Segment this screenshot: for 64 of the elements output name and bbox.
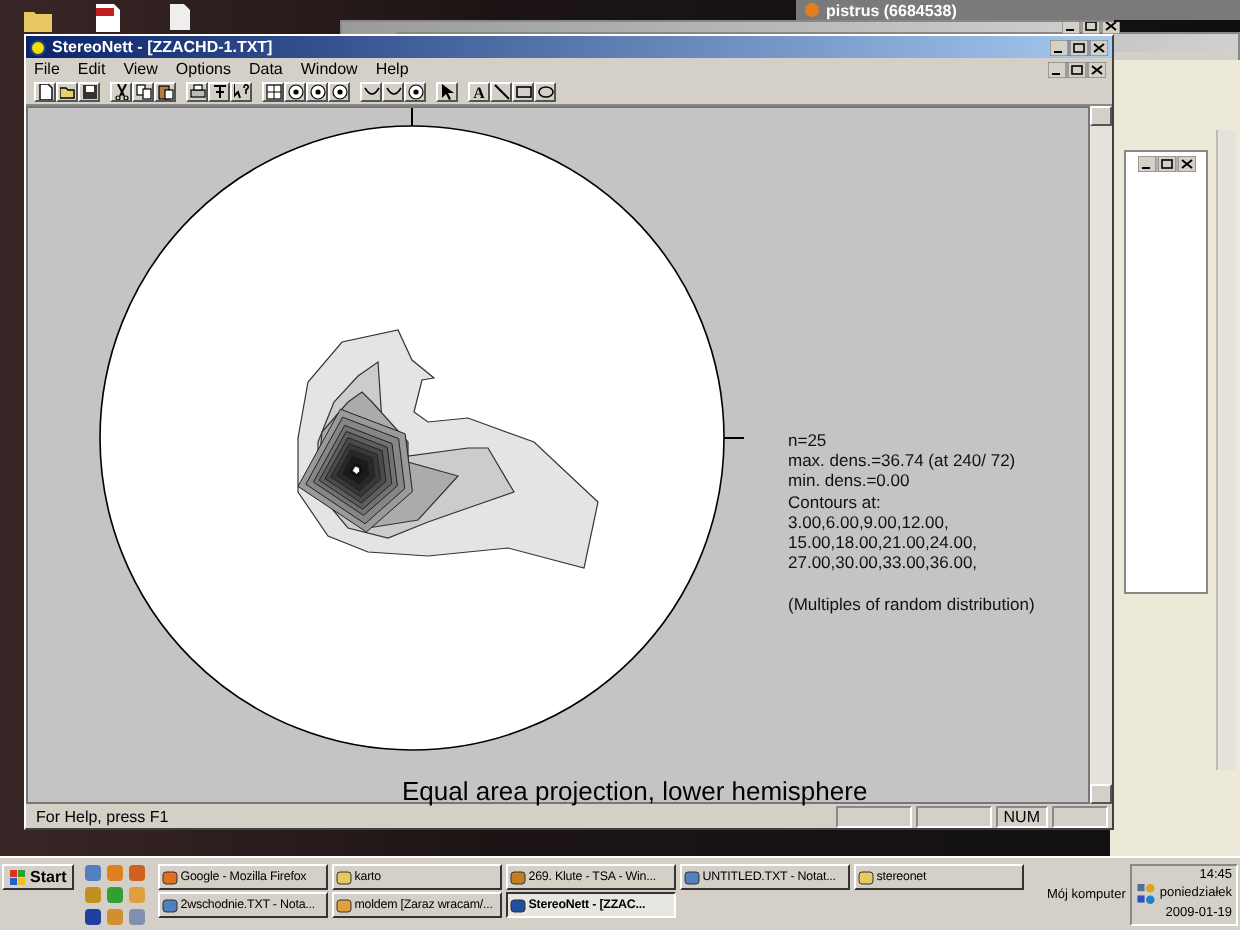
sun-icon [804, 2, 820, 18]
rectangle-icon [515, 84, 531, 100]
stats-line: min. dens.=0.00 [788, 470, 912, 492]
toolbar-button[interactable] [262, 82, 284, 102]
toolbar-button[interactable] [404, 82, 426, 102]
folder-icon [59, 84, 75, 100]
page-icon [37, 84, 53, 100]
window-controls-icon[interactable] [1048, 61, 1106, 77]
stats-line: 27.00,30.00,33.00,36.00, [788, 552, 980, 573]
menu-item[interactable]: Help [375, 60, 409, 78]
app-icon [30, 39, 46, 55]
app-icon [510, 897, 527, 913]
scissors-icon [113, 84, 129, 100]
status-text: For Help, press F1 [34, 807, 171, 825]
window-title: StereoNett - [ZZACHD-1.TXT] [52, 38, 273, 56]
pdf-file-icon[interactable] [96, 4, 120, 32]
status-panel [835, 805, 912, 827]
circle-icon [309, 84, 325, 100]
menu-item[interactable]: View [123, 60, 158, 78]
status-panel [1052, 805, 1108, 827]
menu-item[interactable]: File [34, 60, 60, 78]
stats-line: 15.00,18.00,21.00,24.00, [788, 532, 980, 553]
scrollbar[interactable] [1090, 106, 1112, 804]
stats-note: (Multiples of random distribution) [788, 593, 1035, 614]
line-icon [493, 84, 509, 100]
start-button[interactable]: Start [2, 864, 75, 890]
toolbar-button[interactable] [490, 82, 512, 102]
pointer-icon [439, 84, 455, 100]
toolbar-button[interactable] [284, 82, 306, 102]
circle-icon [331, 84, 347, 100]
pin-icon [211, 84, 227, 100]
toolbar-button[interactable] [306, 82, 328, 102]
copy-icon [135, 84, 151, 100]
status-panel [915, 805, 992, 827]
stats-line: n=25 [788, 430, 829, 451]
plot-caption: Equal area projection, lower hemisphere [402, 776, 868, 806]
num-lock-indicator: NUM [995, 805, 1048, 827]
menu-item[interactable]: Window [300, 60, 358, 78]
stats-line: max. dens.=36.74 (at 240/ 72) [788, 450, 1018, 471]
document-icon[interactable] [170, 4, 190, 30]
clipboard-icon [157, 84, 173, 100]
window-title: pistrus (6684538) [826, 1, 957, 19]
printer-icon [189, 84, 205, 100]
menu-item[interactable]: Data [248, 60, 283, 78]
window-controls-icon[interactable] [1050, 39, 1108, 55]
text-tool-button[interactable]: A [468, 82, 490, 102]
circle-icon [287, 84, 303, 100]
north-tick [411, 108, 413, 127]
help-icon [233, 84, 249, 100]
ellipse-icon [537, 84, 553, 100]
stats-line: Contours at: [788, 491, 883, 512]
circle-icon [407, 84, 423, 100]
flag-icon [10, 869, 26, 885]
window-controls-icon[interactable] [1138, 156, 1196, 172]
grid-icon [265, 84, 281, 100]
stats-line: 3.00,6.00,9.00,12.00, [788, 511, 951, 533]
toolbar-button[interactable] [328, 82, 350, 102]
east-tick [723, 437, 745, 439]
folder-icon [858, 869, 875, 885]
folder-icon [336, 869, 353, 885]
scrollbar[interactable] [1216, 130, 1236, 770]
menu-item[interactable]: Edit [77, 60, 106, 78]
tray-icons[interactable] [1135, 882, 1156, 906]
menu-item[interactable]: Options [175, 60, 231, 78]
